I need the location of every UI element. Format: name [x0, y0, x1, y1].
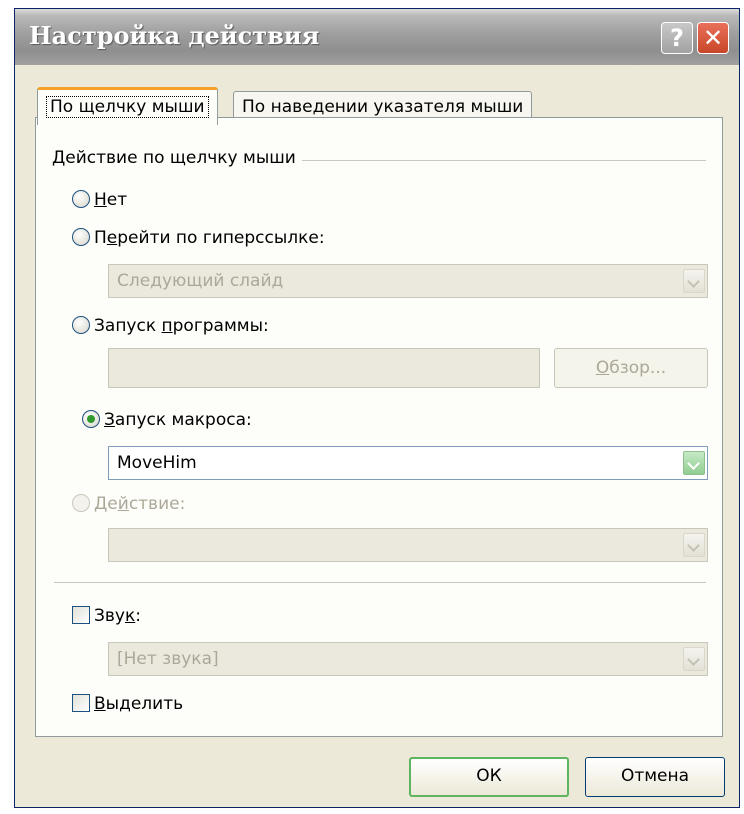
- sound-select-value: [Нет звука]: [117, 649, 219, 669]
- browse-button[interactable]: Обзор...: [554, 348, 708, 388]
- radio-macro-label: апуск макроса:: [114, 410, 252, 430]
- close-button[interactable]: ✕: [697, 22, 729, 54]
- checkbox-sound-box[interactable]: [72, 605, 90, 624]
- radio-hyperlink[interactable]: Перейти по гиперссылке:: [72, 226, 325, 250]
- hyperlink-chevron-down-icon[interactable]: [683, 269, 705, 293]
- macro-select-value: MoveHim: [117, 453, 197, 473]
- title-bar[interactable]: Настройка действия ? ✕: [15, 9, 739, 65]
- browse-mnemonic: О: [595, 358, 610, 378]
- action-select: [108, 528, 708, 562]
- program-path-input[interactable]: [108, 348, 540, 388]
- group-label: Действие по щелчку мыши: [52, 148, 302, 168]
- radio-macro[interactable]: Запуск макроса:: [82, 408, 252, 432]
- sound-select[interactable]: [Нет звука]: [108, 642, 708, 676]
- checkbox-sound-mnemonic: к: [124, 606, 136, 626]
- radio-action-circle: [72, 493, 90, 512]
- radio-hyperlink-mnemonic: е: [106, 228, 118, 248]
- radio-macro-circle[interactable]: [82, 409, 100, 428]
- ok-button[interactable]: ОК: [409, 757, 569, 797]
- tab-strip: По щелчку мыши По наведении указателя мы…: [15, 73, 739, 125]
- tab-panel: Действие по щелчку мыши Нет Перейти по г…: [35, 117, 723, 737]
- radio-none-mnemonic: Н: [94, 190, 107, 210]
- radio-program[interactable]: Запуск программы:: [72, 314, 269, 338]
- radio-hyperlink-label: рейти по гиперссылке:: [117, 228, 325, 248]
- radio-action-label-start: Де: [94, 494, 118, 514]
- radio-program-label: рограммы:: [172, 316, 269, 336]
- radio-none-label: ет: [106, 190, 128, 210]
- checkbox-highlight-label: ыделить: [105, 694, 184, 714]
- radio-hyperlink-label-start: П: [94, 228, 107, 248]
- tab-on-click-label: По щелчку мыши: [46, 96, 209, 118]
- radio-macro-mnemonic: З: [104, 410, 115, 430]
- separator: [54, 582, 706, 583]
- dialog-title: Настройка действия: [29, 21, 320, 50]
- radio-action-mnemonic: й: [117, 494, 129, 514]
- checkbox-sound[interactable]: Звук:: [72, 604, 141, 628]
- checkbox-highlight-mnemonic: В: [94, 694, 106, 714]
- checkbox-sound-label-start: Зву: [94, 606, 125, 626]
- radio-none[interactable]: Нет: [72, 188, 127, 212]
- checkbox-highlight-box[interactable]: [72, 693, 90, 712]
- macro-select[interactable]: MoveHim: [108, 446, 708, 480]
- radio-program-circle[interactable]: [72, 315, 90, 334]
- tab-on-click[interactable]: По щелчку мыши: [37, 87, 218, 125]
- radio-action-label: ствие:: [128, 494, 186, 514]
- cancel-button[interactable]: Отмена: [585, 757, 725, 797]
- radio-hyperlink-circle[interactable]: [72, 227, 90, 246]
- checkbox-sound-label: :: [135, 606, 141, 626]
- macro-chevron-down-icon[interactable]: [683, 451, 705, 475]
- radio-none-circle[interactable]: [72, 189, 90, 208]
- hyperlink-select[interactable]: Следующий слайд: [108, 264, 708, 298]
- action-chevron-down-icon: [683, 533, 705, 557]
- browse-label: бзор...: [609, 358, 667, 378]
- hyperlink-select-value: Следующий слайд: [117, 271, 284, 291]
- help-button[interactable]: ?: [661, 22, 693, 54]
- radio-action: Действие:: [72, 492, 185, 516]
- sound-chevron-down-icon[interactable]: [683, 647, 705, 671]
- action-settings-dialog: Настройка действия ? ✕ По щелчку мыши По…: [14, 8, 740, 808]
- radio-program-label-start: Запуск: [94, 316, 162, 336]
- radio-program-mnemonic: п: [161, 316, 173, 336]
- checkbox-highlight[interactable]: Выделить: [72, 692, 183, 716]
